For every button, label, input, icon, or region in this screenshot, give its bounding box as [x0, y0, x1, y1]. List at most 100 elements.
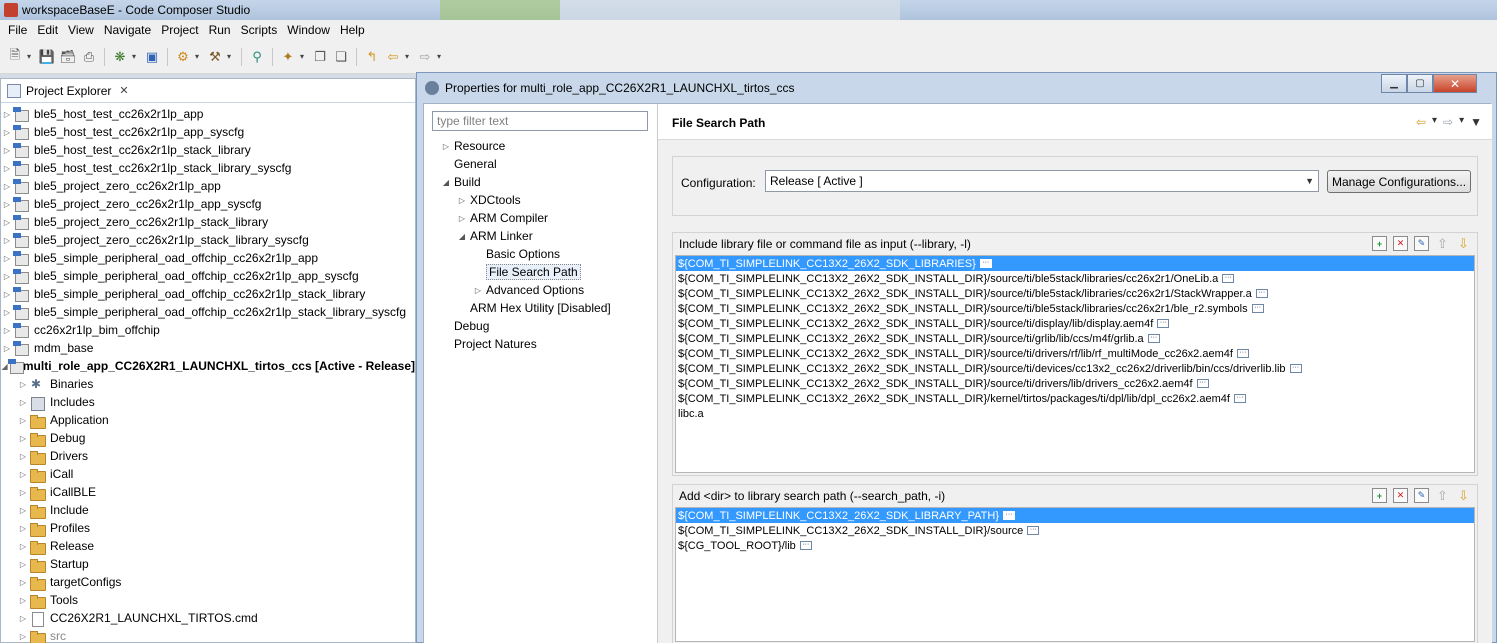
expand-arrow-icon[interactable]: ▷: [1, 164, 13, 173]
expand-arrow-icon[interactable]: ▷: [17, 452, 29, 461]
move-up-icon[interactable]: ⇧: [1435, 236, 1450, 251]
tree-item-child[interactable]: ▷ iCall: [1, 465, 415, 483]
tree-item-child[interactable]: ▷ Drivers: [1, 447, 415, 465]
list-item[interactable]: ${COM_TI_SIMPLELINK_CC13X2_26X2_SDK_INST…: [676, 316, 1474, 331]
expand-arrow-icon[interactable]: ▷: [1, 110, 13, 119]
menu-project[interactable]: Project: [156, 23, 203, 37]
expand-arrow-icon[interactable]: ▷: [17, 488, 29, 497]
tree-item-project[interactable]: ▷ ble5_project_zero_cc26x2r1lp_app: [1, 177, 415, 195]
expand-arrow-icon[interactable]: ▷: [1, 200, 13, 209]
dropdown-icon[interactable]: ▾: [132, 52, 140, 61]
delete-icon[interactable]: ✕: [1393, 236, 1408, 251]
tree-item-project[interactable]: ▷ ble5_simple_peripheral_oad_offchip_cc26…: [1, 267, 415, 285]
expand-arrow-icon[interactable]: ▷: [456, 196, 468, 205]
more-icon[interactable]: ···: [1147, 334, 1160, 343]
delete-icon[interactable]: ✕: [1393, 488, 1408, 503]
new-icon[interactable]: 🗎: [6, 47, 24, 66]
back-icon[interactable]: ⇦: [1416, 115, 1426, 129]
dropdown-icon[interactable]: ▾: [1459, 115, 1464, 129]
expand-arrow-icon[interactable]: ◢: [456, 232, 468, 241]
dropdown-icon[interactable]: ▾: [1432, 115, 1437, 129]
tree-item-active-project[interactable]: ◢ multi_role_app_CC26X2R1_LAUNCHXL_tirtos…: [1, 357, 415, 375]
nav-item-file-search-path[interactable]: File Search Path: [424, 263, 658, 281]
tree-item-child[interactable]: ▷ Include: [1, 501, 415, 519]
more-icon[interactable]: ···: [1236, 349, 1249, 358]
tree-item-project[interactable]: ▷ ble5_host_test_cc26x2r1lp_stack_library: [1, 141, 415, 159]
tree-item-child[interactable]: ▷ src: [1, 627, 415, 643]
tree-item-child[interactable]: ▷ Binaries: [1, 375, 415, 393]
run-icon[interactable]: ⚙: [174, 48, 192, 66]
tree-item-child[interactable]: ▷ Tools: [1, 591, 415, 609]
list-item[interactable]: ${COM_TI_SIMPLELINK_CC13X2_26X2_SDK_INST…: [676, 301, 1474, 316]
list-item[interactable]: libc.a: [676, 406, 1474, 421]
tree-item-project[interactable]: ▷ ble5_host_test_cc26x2r1lp_stack_library…: [1, 159, 415, 177]
expand-arrow-icon[interactable]: ▷: [1, 290, 13, 299]
expand-arrow-icon[interactable]: ▷: [17, 560, 29, 569]
tree-item-child[interactable]: ▷ Application: [1, 411, 415, 429]
dropdown-icon[interactable]: ▾: [437, 52, 445, 61]
forward-icon[interactable]: ⇨: [1443, 115, 1453, 129]
nav-item-arm-hex-utility-disabled-[interactable]: ARM Hex Utility [Disabled]: [424, 299, 658, 317]
menu-window[interactable]: Window: [282, 23, 335, 37]
tree-item-child[interactable]: ▷ Includes: [1, 393, 415, 411]
save-icon[interactable]: 💾: [38, 48, 56, 66]
dropdown-icon[interactable]: ▾: [195, 52, 203, 61]
view-menu-icon[interactable]: ▼: [1470, 115, 1482, 129]
nav-item-general[interactable]: General: [424, 155, 658, 173]
expand-arrow-icon[interactable]: ▷: [17, 416, 29, 425]
list-item[interactable]: ${COM_TI_SIMPLELINK_CC13X2_26X2_SDK_INST…: [676, 391, 1474, 406]
expand-arrow-icon[interactable]: ▷: [440, 142, 452, 151]
expand-arrow-icon[interactable]: ▷: [17, 614, 29, 623]
nav-item-basic-options[interactable]: Basic Options: [424, 245, 658, 263]
more-icon[interactable]: ···: [1222, 274, 1235, 283]
tree-item-project[interactable]: ▷ ble5_simple_peripheral_oad_offchip_cc26…: [1, 285, 415, 303]
nav-item-resource[interactable]: ▷ Resource: [424, 137, 658, 155]
dropdown-icon[interactable]: ▾: [405, 52, 413, 61]
tree-item-child[interactable]: ▷ Startup: [1, 555, 415, 573]
expand-arrow-icon[interactable]: ▷: [1, 326, 13, 335]
tree-item-child[interactable]: ▷ Debug: [1, 429, 415, 447]
tree-item-child[interactable]: ▷ CC26X2R1_LAUNCHXL_TIRTOS.cmd: [1, 609, 415, 627]
menu-help[interactable]: Help: [335, 23, 370, 37]
expand-arrow-icon[interactable]: ▷: [17, 398, 29, 407]
list-item[interactable]: ${COM_TI_SIMPLELINK_CC13X2_26X2_SDK_LIBR…: [676, 508, 1474, 523]
back-history-icon[interactable]: ↰: [363, 48, 381, 66]
more-icon[interactable]: ···: [1289, 364, 1302, 373]
tree-item-child[interactable]: ▷ iCallBLE: [1, 483, 415, 501]
expand-arrow-icon[interactable]: ▷: [1, 236, 13, 245]
tree-item-project[interactable]: ▷ mdm_base: [1, 339, 415, 357]
project-explorer-tab[interactable]: Project Explorer ✕: [1, 79, 415, 103]
close-icon[interactable]: ✕: [119, 84, 128, 97]
expand-arrow-icon[interactable]: ▷: [1, 146, 13, 155]
expand-arrow-icon[interactable]: ▷: [17, 632, 29, 641]
more-icon[interactable]: ···: [1255, 289, 1268, 298]
tree-item-project[interactable]: ▷ ble5_project_zero_cc26x2r1lp_stack_libr…: [1, 213, 415, 231]
minimize-button[interactable]: ▁: [1381, 74, 1407, 93]
print-icon[interactable]: ⎙: [80, 48, 98, 66]
more-icon[interactable]: ···: [1157, 319, 1170, 328]
flash-icon[interactable]: ✦: [279, 48, 297, 66]
maximize-button[interactable]: ▢: [1407, 74, 1433, 93]
expand-arrow-icon[interactable]: ▷: [17, 596, 29, 605]
tree-item-project[interactable]: ▷ ble5_project_zero_cc26x2r1lp_stack_libr…: [1, 231, 415, 249]
save-all-icon[interactable]: 🗃: [59, 48, 77, 66]
expand-arrow-icon[interactable]: ▷: [17, 470, 29, 479]
tree-item-project[interactable]: ▷ ble5_project_zero_cc26x2r1lp_app_syscfg: [1, 195, 415, 213]
expand-arrow-icon[interactable]: ▷: [1, 254, 13, 263]
expand-arrow-icon[interactable]: ▷: [1, 344, 13, 353]
list-item[interactable]: ${COM_TI_SIMPLELINK_CC13X2_26X2_SDK_INST…: [676, 271, 1474, 286]
build-hammer-icon[interactable]: ⚒: [206, 48, 224, 66]
nav-item-arm-compiler[interactable]: ▷ ARM Compiler: [424, 209, 658, 227]
menu-edit[interactable]: Edit: [32, 23, 63, 37]
add-icon[interactable]: +: [1372, 236, 1387, 251]
nav-item-project-natures[interactable]: Project Natures: [424, 335, 658, 353]
configuration-select[interactable]: Release [ Active ] ▼: [765, 170, 1319, 192]
tree-item-project[interactable]: ▷ ble5_host_test_cc26x2r1lp_app: [1, 105, 415, 123]
list-item[interactable]: ${COM_TI_SIMPLELINK_CC13X2_26X2_SDK_INST…: [676, 376, 1474, 391]
filter-input[interactable]: type filter text: [432, 111, 648, 131]
list-item[interactable]: ${COM_TI_SIMPLELINK_CC13X2_26X2_SDK_INST…: [676, 286, 1474, 301]
nav-item-advanced-options[interactable]: ▷ Advanced Options: [424, 281, 658, 299]
collapse-arrow-icon[interactable]: ◢: [1, 362, 8, 371]
list-item[interactable]: ${COM_TI_SIMPLELINK_CC13X2_26X2_SDK_INST…: [676, 331, 1474, 346]
menu-navigate[interactable]: Navigate: [99, 23, 156, 37]
